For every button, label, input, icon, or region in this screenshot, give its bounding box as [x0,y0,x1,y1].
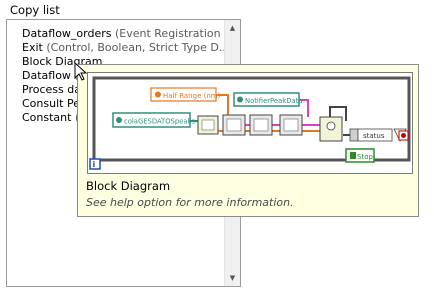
half-range-label: Half Range (nm) [163,92,221,100]
half-range-control: Half Range (nm) [150,87,221,102]
list-item-detail: (Control, Boolean, Strict Type D... [42,41,227,54]
list-item-name: Constant [22,111,72,124]
tooltip-title: Block Diagram [86,179,171,193]
block-diagram-svg: Half Range (nm) NotifierPeakData colaGES… [89,76,411,170]
scroll-up-arrow-icon[interactable]: ▲ [225,24,240,32]
notifier-label: NotifierPeakData [245,97,302,105]
cola-label: colaGESDATOSpeaks [124,118,195,126]
block-diagram-tooltip: Half Range (nm) NotifierPeakData colaGES… [77,64,419,217]
list-item-name: Process da [22,83,81,96]
status-label: status [363,132,385,140]
list-item-name: Exit [22,41,43,54]
list-item[interactable]: Exit (Control, Boolean, Strict Type D... [22,41,227,55]
list-item-name: Dataflow [22,69,71,82]
list-item-name: Dataflow_orders [22,27,112,40]
list-item[interactable]: Dataflow_orders (Event Registration r... [22,27,227,41]
status-unbundle: status [349,128,393,142]
stop-label: Stop [357,153,373,161]
list-item-name: Consult Pe [22,97,80,110]
or-and-stop-terminal [393,128,409,142]
mouse-pointer-icon [74,61,88,85]
tooltip-help-text: See help option for more information. [86,196,294,209]
function-nodes [197,114,343,142]
cola-ges-datos-peaks: colaGESDATOSpeaks [112,112,195,128]
iteration-terminal: i [89,158,101,170]
stop-control: Stop [345,148,375,163]
scroll-down-arrow-icon[interactable]: ▼ [225,274,240,282]
list-item-detail: (Event Registration r... [111,27,227,40]
window-title: Copy list [10,3,60,17]
svg-text:i: i [93,160,96,169]
notifier-peak-data: NotifierPeakData [233,92,302,107]
block-diagram-preview: Half Range (nm) NotifierPeakData colaGES… [87,72,413,174]
